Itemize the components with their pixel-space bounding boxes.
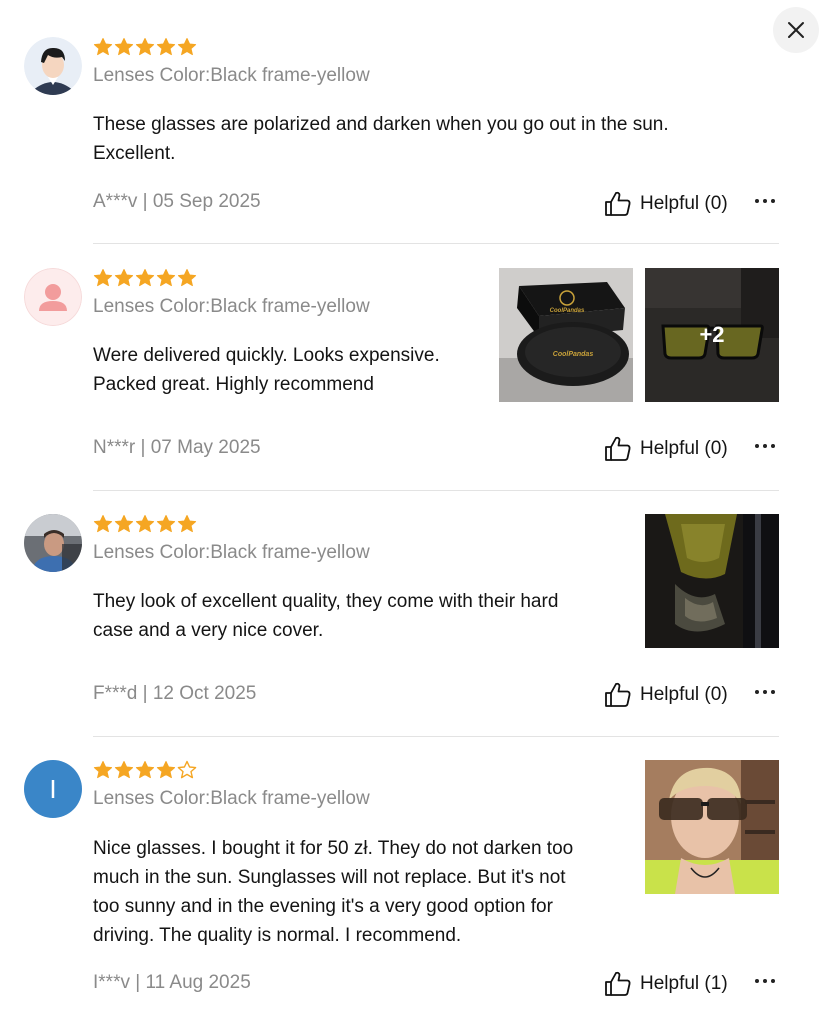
review-text-line: Nice glasses. I bought it for 50 zł. The… [93, 838, 574, 859]
star-filled-icon [114, 515, 134, 533]
helpful-button[interactable]: Helpful (1) [604, 971, 728, 997]
male-avatar-icon [24, 37, 82, 95]
thumbs-up-icon [605, 436, 631, 461]
review-text-line: too sunny and in the evening it's a very… [93, 896, 553, 917]
close-icon [788, 22, 804, 38]
ellipsis-icon [755, 444, 775, 448]
star-filled-icon [114, 761, 134, 779]
ellipsis-icon [755, 979, 775, 983]
more-options-button[interactable] [752, 191, 778, 211]
photo-glasses-on-floor[interactable]: +2 [645, 268, 779, 402]
star-filled-icon [114, 38, 134, 56]
review-meta: A***v | 05 Sep 2025 [93, 191, 261, 212]
divider [93, 243, 779, 244]
divider [93, 736, 779, 737]
review-text: They look of excellent quality, they com… [93, 587, 633, 645]
variant-label: Lenses Color:Black frame-yellow [93, 65, 370, 86]
thumbs-up-icon [605, 191, 631, 216]
star-rating [93, 37, 197, 57]
helpful-label: Helpful (0) [640, 684, 728, 705]
photo-boy-wearing-glasses[interactable] [645, 760, 779, 894]
star-filled-icon [177, 269, 197, 287]
thumbs-up-icon [605, 971, 631, 996]
star-filled-icon [135, 38, 155, 56]
star-filled-icon [93, 269, 113, 287]
star-filled-icon [177, 38, 197, 56]
thumbs-up-icon [605, 682, 631, 707]
review-text-line: Were delivered quickly. Looks expensive. [93, 345, 440, 366]
helpful-button[interactable]: Helpful (0) [604, 436, 728, 462]
ellipsis-icon [755, 690, 775, 694]
review-text-line: They look of excellent quality, they com… [93, 591, 559, 612]
star-rating [93, 514, 197, 534]
ellipsis-icon [755, 199, 775, 203]
case-brand-text: CoolPandas [553, 351, 594, 358]
review-text: These glasses are polarized and darken w… [93, 110, 733, 168]
photo-glasses-case-box[interactable]: CoolPandas CoolPandas [499, 268, 633, 402]
star-filled-icon [114, 269, 134, 287]
more-options-button[interactable] [752, 436, 778, 456]
more-photos-count: +2 [699, 322, 725, 347]
star-filled-icon [156, 269, 176, 287]
helpful-label: Helpful (1) [640, 973, 728, 994]
star-filled-icon [156, 761, 176, 779]
star-filled-icon [135, 269, 155, 287]
avatar-letter: I [24, 760, 82, 818]
photo-yellow-lens-closeup[interactable] [645, 514, 779, 648]
helpful-button[interactable]: Helpful (0) [604, 682, 728, 708]
review-text: Were delivered quickly. Looks expensive.… [93, 341, 493, 399]
review-meta: F***d | 12 Oct 2025 [93, 683, 257, 704]
star-filled-icon [93, 515, 113, 533]
review-text-line: Packed great. Highly recommend [93, 374, 374, 395]
review-text-line: much in the sun. Sunglasses will not rep… [93, 867, 566, 888]
more-options-button[interactable] [752, 682, 778, 702]
divider [93, 490, 779, 491]
review-text: Nice glasses. I bought it for 50 zł. The… [93, 834, 633, 950]
star-filled-icon [156, 515, 176, 533]
variant-label: Lenses Color:Black frame-yellow [93, 542, 370, 563]
helpful-label: Helpful (0) [640, 193, 728, 214]
female-avatar-icon [24, 268, 82, 326]
close-button[interactable] [773, 7, 819, 53]
review-text-line: These glasses are polarized and darken w… [93, 114, 669, 135]
review-text-line: Excellent. [93, 143, 176, 164]
star-filled-icon [135, 761, 155, 779]
photo-avatar-man-in-car [24, 514, 82, 572]
review-meta: N***r | 07 May 2025 [93, 437, 261, 458]
star-filled-icon [93, 38, 113, 56]
star-filled-icon [177, 515, 197, 533]
star-rating [93, 268, 197, 288]
letter-avatar: I [24, 760, 82, 818]
review-meta: I***v | 11 Aug 2025 [93, 972, 251, 993]
star-filled-icon [135, 515, 155, 533]
star-filled-icon [156, 38, 176, 56]
box-brand-text: CoolPandas [550, 308, 585, 314]
star-empty-icon [177, 760, 197, 779]
star-filled-icon [93, 761, 113, 779]
variant-label: Lenses Color:Black frame-yellow [93, 296, 370, 317]
review-text-line: driving. The quality is normal. I recomm… [93, 925, 462, 946]
variant-label: Lenses Color:Black frame-yellow [93, 788, 370, 809]
star-rating [93, 760, 197, 780]
more-options-button[interactable] [752, 971, 778, 991]
review-text-line: case and a very nice cover. [93, 620, 324, 641]
helpful-button[interactable]: Helpful (0) [604, 191, 728, 217]
helpful-label: Helpful (0) [640, 438, 728, 459]
